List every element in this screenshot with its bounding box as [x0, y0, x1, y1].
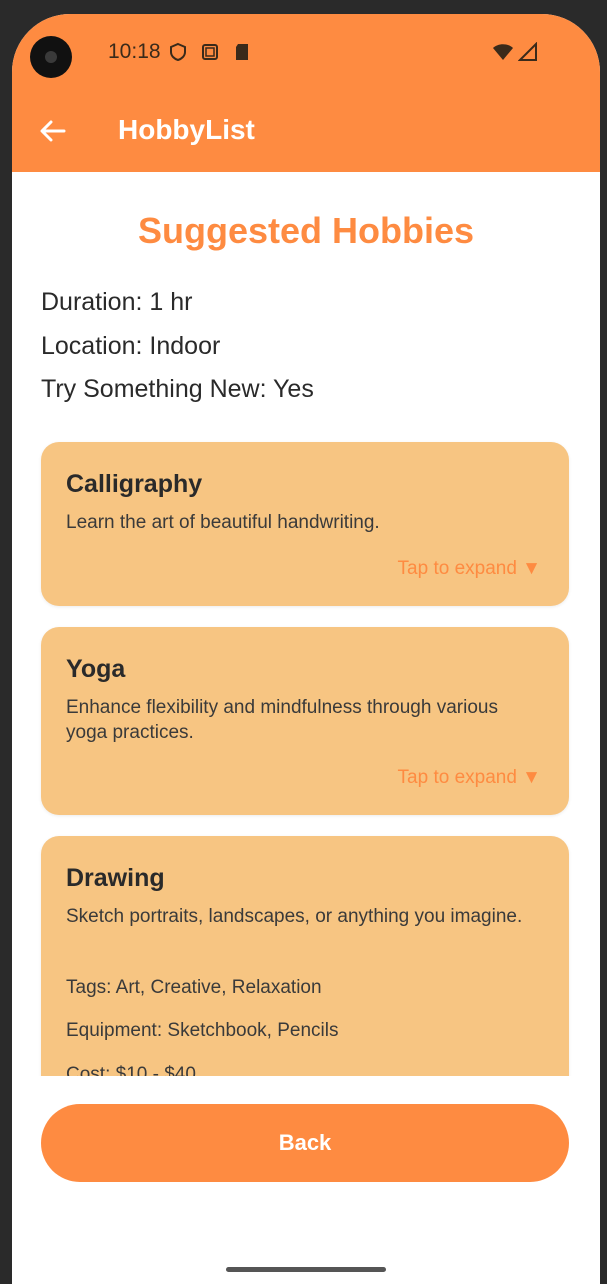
app-bar: HobbyList	[12, 102, 600, 162]
home-indicator[interactable]	[226, 1267, 386, 1272]
hobby-description: Sketch portraits, landscapes, or anythin…	[66, 906, 523, 927]
page-title: Suggested Hobbies	[137, 210, 475, 251]
phone-screen: 10:18 HobbyList Suggested Hobbies Durati…	[12, 14, 600, 1284]
status-bar: 10:18	[12, 14, 600, 94]
device-frame: 10:18 HobbyList Suggested Hobbies Durati…	[0, 0, 607, 1284]
location-text: Location: Indoor	[41, 332, 221, 360]
hobby-cost: Cost: $10 - $40	[66, 1064, 196, 1076]
hobby-tags: Tags: Art, Creative, Relaxation	[66, 977, 322, 998]
hobby-title: Calligraphy	[66, 470, 203, 498]
header: 10:18 HobbyList	[12, 14, 600, 172]
screenshot-icon	[202, 44, 218, 60]
shield-icon	[170, 42, 186, 62]
hobby-card-yoga[interactable]: Yoga Enhance flexibility and mindfulness…	[41, 627, 569, 815]
hobby-card-calligraphy[interactable]: Calligraphy Learn the art of beautiful h…	[41, 442, 569, 606]
app-title: HobbyList	[118, 114, 255, 145]
hobby-description: Learn the art of beautiful handwriting.	[66, 512, 380, 533]
arrow-back-icon[interactable]	[38, 116, 68, 146]
front-camera	[30, 36, 72, 78]
expand-toggle[interactable]: Tap to expand ▼	[398, 558, 541, 580]
back-button[interactable]: Back	[41, 1104, 569, 1182]
hobby-title: Drawing	[66, 864, 165, 892]
signal-icon	[518, 42, 537, 61]
sd-card-icon	[236, 44, 248, 60]
expand-toggle[interactable]: Tap to expand ▼	[398, 767, 541, 789]
hobby-card-drawing[interactable]: Drawing Sketch portraits, landscapes, or…	[41, 836, 569, 1076]
wifi-icon	[493, 44, 513, 60]
try-new-text: Try Something New: Yes	[41, 375, 314, 403]
status-time: 10:18	[108, 40, 161, 63]
main-content[interactable]: Suggested Hobbies Duration: 1 hr Locatio…	[12, 172, 600, 1076]
hobby-equipment: Equipment: Sketchbook, Pencils	[66, 1020, 339, 1041]
duration-text: Duration: 1 hr	[41, 288, 193, 316]
hobby-title: Yoga	[66, 655, 126, 683]
hobby-description: Enhance flexibility and mindfulness thro…	[66, 697, 498, 743]
